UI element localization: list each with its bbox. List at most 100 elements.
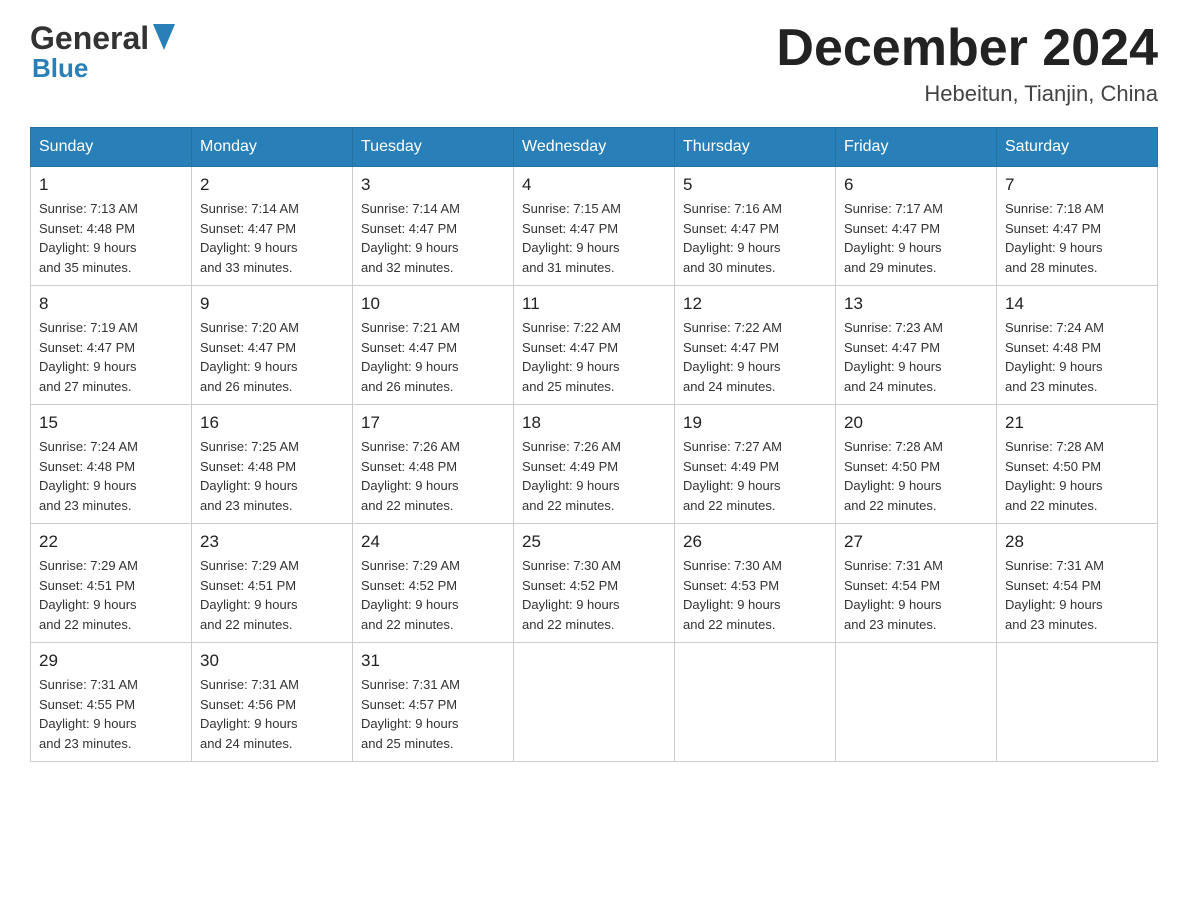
day-info: Sunrise: 7:29 AM Sunset: 4:51 PM Dayligh…: [200, 556, 344, 634]
calendar-cell: 5 Sunrise: 7:16 AM Sunset: 4:47 PM Dayli…: [675, 167, 836, 286]
week-row-3: 15 Sunrise: 7:24 AM Sunset: 4:48 PM Dayl…: [31, 405, 1158, 524]
calendar-cell: 1 Sunrise: 7:13 AM Sunset: 4:48 PM Dayli…: [31, 167, 192, 286]
day-info: Sunrise: 7:22 AM Sunset: 4:47 PM Dayligh…: [683, 318, 827, 396]
column-header-monday: Monday: [192, 128, 353, 167]
day-info: Sunrise: 7:15 AM Sunset: 4:47 PM Dayligh…: [522, 199, 666, 277]
calendar-table: SundayMondayTuesdayWednesdayThursdayFrid…: [30, 127, 1158, 762]
week-row-5: 29 Sunrise: 7:31 AM Sunset: 4:55 PM Dayl…: [31, 643, 1158, 762]
day-info: Sunrise: 7:13 AM Sunset: 4:48 PM Dayligh…: [39, 199, 183, 277]
calendar-cell: 29 Sunrise: 7:31 AM Sunset: 4:55 PM Dayl…: [31, 643, 192, 762]
calendar-cell: 28 Sunrise: 7:31 AM Sunset: 4:54 PM Dayl…: [997, 524, 1158, 643]
location-title: Hebeitun, Tianjin, China: [776, 81, 1158, 107]
day-number: 28: [1005, 532, 1149, 552]
day-number: 16: [200, 413, 344, 433]
title-area: December 2024 Hebeitun, Tianjin, China: [776, 20, 1158, 107]
calendar-cell: 30 Sunrise: 7:31 AM Sunset: 4:56 PM Dayl…: [192, 643, 353, 762]
calendar-cell: 20 Sunrise: 7:28 AM Sunset: 4:50 PM Dayl…: [836, 405, 997, 524]
day-info: Sunrise: 7:31 AM Sunset: 4:57 PM Dayligh…: [361, 675, 505, 753]
calendar-cell: 14 Sunrise: 7:24 AM Sunset: 4:48 PM Dayl…: [997, 286, 1158, 405]
day-number: 21: [1005, 413, 1149, 433]
month-title: December 2024: [776, 20, 1158, 77]
day-number: 4: [522, 175, 666, 195]
day-info: Sunrise: 7:31 AM Sunset: 4:55 PM Dayligh…: [39, 675, 183, 753]
day-info: Sunrise: 7:14 AM Sunset: 4:47 PM Dayligh…: [200, 199, 344, 277]
day-info: Sunrise: 7:31 AM Sunset: 4:54 PM Dayligh…: [844, 556, 988, 634]
column-header-thursday: Thursday: [675, 128, 836, 167]
calendar-cell: 8 Sunrise: 7:19 AM Sunset: 4:47 PM Dayli…: [31, 286, 192, 405]
day-number: 25: [522, 532, 666, 552]
calendar-cell: 2 Sunrise: 7:14 AM Sunset: 4:47 PM Dayli…: [192, 167, 353, 286]
calendar-cell: 3 Sunrise: 7:14 AM Sunset: 4:47 PM Dayli…: [353, 167, 514, 286]
day-info: Sunrise: 7:29 AM Sunset: 4:51 PM Dayligh…: [39, 556, 183, 634]
day-number: 13: [844, 294, 988, 314]
calendar-cell: [675, 643, 836, 762]
calendar-cell: [514, 643, 675, 762]
day-number: 29: [39, 651, 183, 671]
day-number: 23: [200, 532, 344, 552]
day-info: Sunrise: 7:25 AM Sunset: 4:48 PM Dayligh…: [200, 437, 344, 515]
day-number: 8: [39, 294, 183, 314]
day-info: Sunrise: 7:31 AM Sunset: 4:54 PM Dayligh…: [1005, 556, 1149, 634]
day-info: Sunrise: 7:19 AM Sunset: 4:47 PM Dayligh…: [39, 318, 183, 396]
day-number: 20: [844, 413, 988, 433]
day-info: Sunrise: 7:30 AM Sunset: 4:52 PM Dayligh…: [522, 556, 666, 634]
day-number: 19: [683, 413, 827, 433]
column-header-saturday: Saturday: [997, 128, 1158, 167]
calendar-cell: 21 Sunrise: 7:28 AM Sunset: 4:50 PM Dayl…: [997, 405, 1158, 524]
day-info: Sunrise: 7:29 AM Sunset: 4:52 PM Dayligh…: [361, 556, 505, 634]
calendar-cell: 10 Sunrise: 7:21 AM Sunset: 4:47 PM Dayl…: [353, 286, 514, 405]
calendar-cell: 31 Sunrise: 7:31 AM Sunset: 4:57 PM Dayl…: [353, 643, 514, 762]
day-info: Sunrise: 7:16 AM Sunset: 4:47 PM Dayligh…: [683, 199, 827, 277]
column-header-sunday: Sunday: [31, 128, 192, 167]
column-header-tuesday: Tuesday: [353, 128, 514, 167]
day-info: Sunrise: 7:22 AM Sunset: 4:47 PM Dayligh…: [522, 318, 666, 396]
logo-blue-text: Blue: [32, 53, 88, 84]
week-row-4: 22 Sunrise: 7:29 AM Sunset: 4:51 PM Dayl…: [31, 524, 1158, 643]
day-number: 5: [683, 175, 827, 195]
calendar-cell: 22 Sunrise: 7:29 AM Sunset: 4:51 PM Dayl…: [31, 524, 192, 643]
day-number: 27: [844, 532, 988, 552]
calendar-cell: 9 Sunrise: 7:20 AM Sunset: 4:47 PM Dayli…: [192, 286, 353, 405]
calendar-cell: 24 Sunrise: 7:29 AM Sunset: 4:52 PM Dayl…: [353, 524, 514, 643]
day-info: Sunrise: 7:28 AM Sunset: 4:50 PM Dayligh…: [844, 437, 988, 515]
day-number: 14: [1005, 294, 1149, 314]
day-info: Sunrise: 7:31 AM Sunset: 4:56 PM Dayligh…: [200, 675, 344, 753]
calendar-cell: 4 Sunrise: 7:15 AM Sunset: 4:47 PM Dayli…: [514, 167, 675, 286]
day-number: 12: [683, 294, 827, 314]
logo: General Blue: [30, 20, 175, 84]
day-info: Sunrise: 7:17 AM Sunset: 4:47 PM Dayligh…: [844, 199, 988, 277]
day-number: 10: [361, 294, 505, 314]
day-info: Sunrise: 7:30 AM Sunset: 4:53 PM Dayligh…: [683, 556, 827, 634]
day-number: 11: [522, 294, 666, 314]
logo-arrow-icon: [153, 24, 175, 55]
column-header-wednesday: Wednesday: [514, 128, 675, 167]
day-number: 18: [522, 413, 666, 433]
calendar-cell: 17 Sunrise: 7:26 AM Sunset: 4:48 PM Dayl…: [353, 405, 514, 524]
day-number: 7: [1005, 175, 1149, 195]
calendar-header-row: SundayMondayTuesdayWednesdayThursdayFrid…: [31, 128, 1158, 167]
calendar-cell: 13 Sunrise: 7:23 AM Sunset: 4:47 PM Dayl…: [836, 286, 997, 405]
day-info: Sunrise: 7:26 AM Sunset: 4:48 PM Dayligh…: [361, 437, 505, 515]
calendar-cell: 19 Sunrise: 7:27 AM Sunset: 4:49 PM Dayl…: [675, 405, 836, 524]
day-info: Sunrise: 7:27 AM Sunset: 4:49 PM Dayligh…: [683, 437, 827, 515]
calendar-cell: 23 Sunrise: 7:29 AM Sunset: 4:51 PM Dayl…: [192, 524, 353, 643]
day-info: Sunrise: 7:24 AM Sunset: 4:48 PM Dayligh…: [1005, 318, 1149, 396]
calendar-cell: [836, 643, 997, 762]
logo-general-text: General: [30, 20, 149, 57]
column-header-friday: Friday: [836, 128, 997, 167]
day-number: 15: [39, 413, 183, 433]
day-number: 2: [200, 175, 344, 195]
day-number: 1: [39, 175, 183, 195]
calendar-cell: 25 Sunrise: 7:30 AM Sunset: 4:52 PM Dayl…: [514, 524, 675, 643]
day-number: 24: [361, 532, 505, 552]
day-info: Sunrise: 7:21 AM Sunset: 4:47 PM Dayligh…: [361, 318, 505, 396]
day-number: 9: [200, 294, 344, 314]
day-number: 22: [39, 532, 183, 552]
calendar-cell: 7 Sunrise: 7:18 AM Sunset: 4:47 PM Dayli…: [997, 167, 1158, 286]
day-info: Sunrise: 7:20 AM Sunset: 4:47 PM Dayligh…: [200, 318, 344, 396]
calendar-cell: 6 Sunrise: 7:17 AM Sunset: 4:47 PM Dayli…: [836, 167, 997, 286]
calendar-cell: 18 Sunrise: 7:26 AM Sunset: 4:49 PM Dayl…: [514, 405, 675, 524]
calendar-cell: 11 Sunrise: 7:22 AM Sunset: 4:47 PM Dayl…: [514, 286, 675, 405]
day-number: 17: [361, 413, 505, 433]
calendar-cell: 27 Sunrise: 7:31 AM Sunset: 4:54 PM Dayl…: [836, 524, 997, 643]
